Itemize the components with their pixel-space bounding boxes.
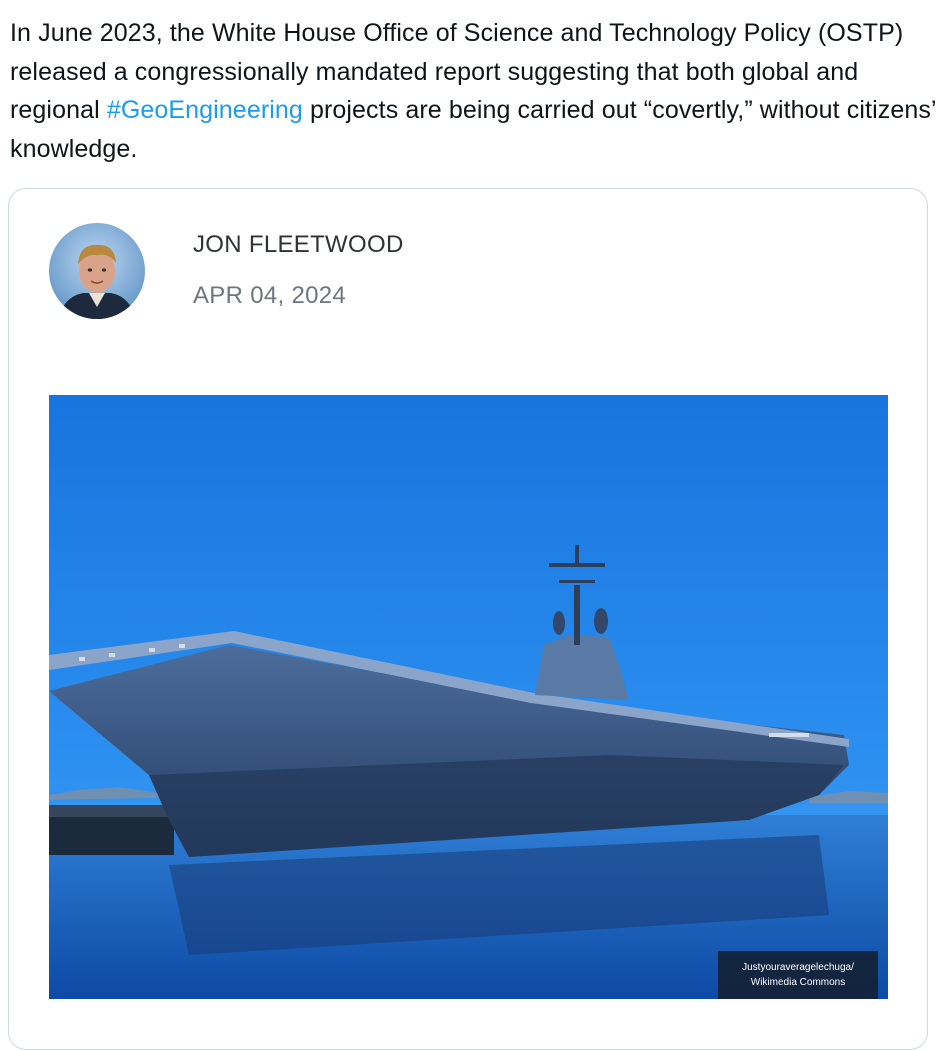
hashtag-link[interactable]: #GeoEngineering <box>107 96 303 124</box>
link-preview-card[interactable]: JON FLEETWOOD APR 04, 2024 Justyouravera… <box>8 188 928 1050</box>
post-date: APR 04, 2024 <box>193 282 347 309</box>
author-name[interactable]: JON FLEETWOOD <box>193 231 404 259</box>
image-credit: Justyouraveragelechuga/ Wikimedia Common… <box>718 951 878 999</box>
avatar-icon <box>49 223 145 319</box>
author-avatar[interactable] <box>49 223 145 319</box>
article-image[interactable]: Justyouraveragelechuga/ Wikimedia Common… <box>49 395 888 999</box>
image-credit-line-1: Justyouraveragelechuga/ <box>742 962 854 973</box>
image-credit-line-2: Wikimedia Commons <box>750 977 846 988</box>
tweet-text: In June 2023, the White House Office of … <box>10 14 936 168</box>
aircraft-carrier-photo <box>49 395 888 999</box>
